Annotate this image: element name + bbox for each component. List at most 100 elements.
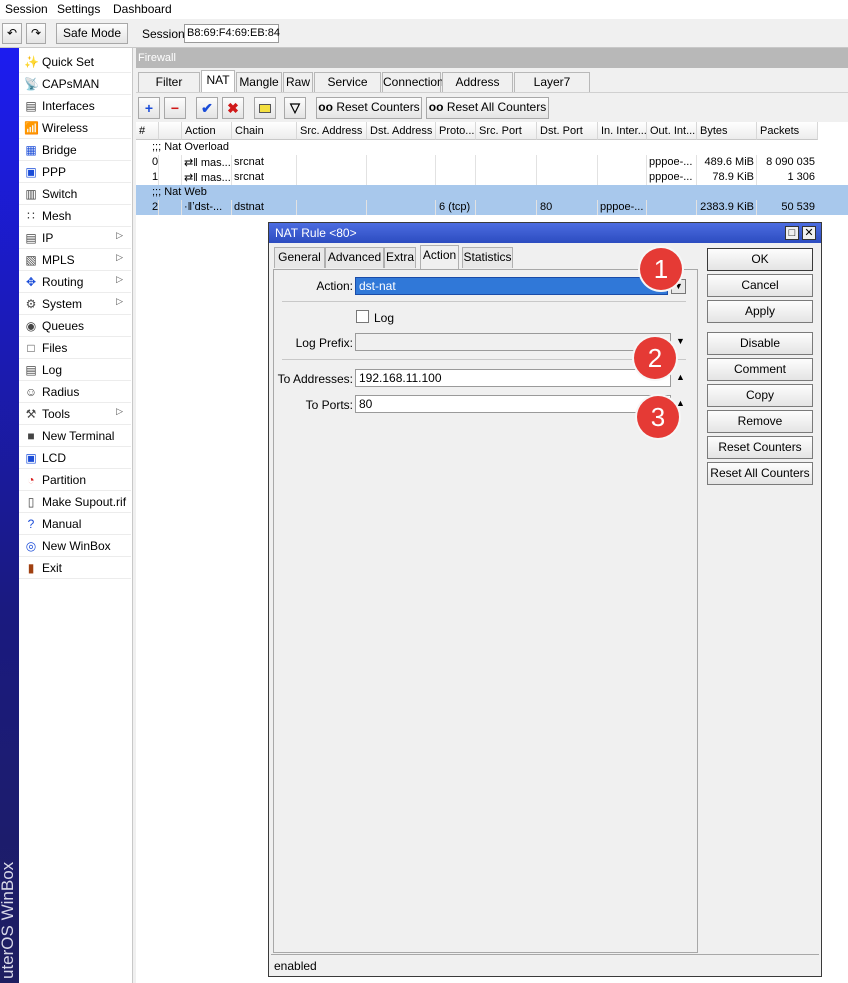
rule-packets: 1 306	[787, 171, 815, 183]
dialog-tab-action[interactable]: Action	[420, 245, 459, 269]
safe-mode-button[interactable]: Safe Mode	[56, 23, 128, 44]
tab-raw[interactable]: Raw	[283, 72, 313, 92]
apply-button[interactable]: Apply	[707, 300, 813, 323]
sidebar-item-label: CAPsMAN	[42, 77, 100, 91]
disable-x-icon[interactable]: ✖	[222, 97, 244, 119]
cell-divider	[475, 170, 476, 185]
comment-button[interactable]: Comment	[707, 358, 813, 381]
action-select[interactable]: dst-nat	[355, 277, 668, 295]
tab-mangle[interactable]: Mangle	[236, 72, 282, 92]
log-prefix-expand-icon[interactable]: ▼	[676, 336, 685, 346]
sidebar-item-mesh[interactable]: ∷ Mesh	[19, 205, 131, 227]
sidebar-item-interfaces[interactable]: ▤ Interfaces	[19, 95, 131, 117]
cancel-button[interactable]: Cancel	[707, 274, 813, 297]
column-header[interactable]: Proto...	[436, 122, 476, 140]
column-header[interactable]	[159, 122, 182, 140]
sidebar-item-lcd[interactable]: ▣ LCD	[19, 447, 131, 469]
reset-all-counters-button[interactable]: oo Reset All Counters	[426, 97, 549, 119]
menu-dashboard[interactable]: Dashboard	[113, 2, 172, 16]
sidebar-item-routing[interactable]: ✥ Routing ▷	[19, 271, 131, 293]
sidebar-item-mpls[interactable]: ▧ MPLS ▷	[19, 249, 131, 271]
to-ports-field[interactable]: 80	[355, 395, 671, 413]
to-ports-collapse-icon[interactable]: ▲	[676, 398, 685, 408]
session-value: B8:69:F4:69:EB:84	[184, 24, 280, 43]
column-header[interactable]: In. Inter...	[598, 122, 647, 140]
comment-icon[interactable]	[254, 97, 276, 119]
column-header[interactable]: Out. Int...	[647, 122, 697, 140]
add-icon[interactable]: +	[138, 97, 160, 119]
remove-icon[interactable]: −	[164, 97, 186, 119]
filter-icon[interactable]: ▽	[284, 97, 306, 119]
cell-divider	[366, 170, 367, 185]
tab-address-lists[interactable]: Address Lists	[442, 72, 513, 107]
column-header[interactable]: Src. Address	[297, 122, 367, 140]
dialog-tab-statistics[interactable]: Statistics	[462, 247, 513, 268]
sidebar-item-new-terminal[interactable]: ■ New Terminal	[19, 425, 131, 447]
sidebar-item-ppp[interactable]: ▣ PPP	[19, 161, 131, 183]
to-addresses-field[interactable]: 192.168.11.100	[355, 369, 671, 387]
dialog-action-panel: Action: dst-nat ▼ Log Log Prefix: ▼ To A…	[273, 269, 698, 953]
sidebar-item-system[interactable]: ⚙ System ▷	[19, 293, 131, 315]
undo-icon[interactable]: ↶	[2, 23, 22, 44]
column-header[interactable]: Bytes	[697, 122, 757, 140]
column-header[interactable]: Chain	[232, 122, 297, 140]
sidebar-item-partition[interactable]: ◔ Partition	[19, 469, 131, 491]
tab-layer7-protocols[interactable]: Layer7 Protocols	[514, 72, 590, 107]
tab-connections[interactable]: Connections	[382, 72, 450, 92]
dialog-tab-extra[interactable]: Extra	[384, 247, 416, 268]
menu-session[interactable]: Session	[5, 2, 48, 16]
column-header[interactable]: #	[136, 122, 159, 140]
reset-counters-button[interactable]: Reset Counters	[707, 436, 813, 459]
sidebar-item-wireless[interactable]: 📶 Wireless	[19, 117, 131, 139]
tab-service-ports[interactable]: Service Ports	[314, 72, 381, 107]
close-icon[interactable]: ✕	[802, 226, 816, 240]
column-header[interactable]: Dst. Address	[367, 122, 436, 140]
sidebar-item-make-supout-rif[interactable]: ▯ Make Supout.rif	[19, 491, 131, 513]
redo-icon[interactable]: ↷	[26, 23, 46, 44]
sidebar-item-log[interactable]: ▤ Log	[19, 359, 131, 381]
to-addresses-collapse-icon[interactable]: ▲	[676, 372, 685, 382]
tab-nat[interactable]: NAT	[201, 70, 235, 92]
ok-button[interactable]: OK	[707, 248, 813, 271]
log-checkbox[interactable]	[356, 310, 369, 323]
maximize-icon[interactable]: □	[785, 226, 799, 240]
sidebar-item-bridge[interactable]: ▦ Bridge	[19, 139, 131, 161]
sidebar-item-new-winbox[interactable]: ◎ New WinBox	[19, 535, 131, 557]
comment-row[interactable]: ;;; Nat Web	[136, 185, 848, 200]
switch-icon: ▥	[25, 187, 37, 201]
sidebar-item-files[interactable]: □ Files	[19, 337, 131, 359]
column-header[interactable]: Action	[182, 122, 232, 140]
column-header[interactable]: Packets	[757, 122, 818, 140]
sidebar-item-label: Interfaces	[42, 99, 95, 113]
reset-counters-button[interactable]: oo Reset Counters	[316, 97, 422, 119]
table-row[interactable]: 1 ⇄‖ mas... srcnat pppoe-... 78.9 KiB 1 306	[136, 170, 848, 185]
remove-button[interactable]: Remove	[707, 410, 813, 433]
comment-row[interactable]: ;;; Nat Overload	[136, 140, 848, 155]
rule-bytes: 489.6 MiB	[704, 156, 754, 168]
sidebar-item-ip[interactable]: ▤ IP ▷	[19, 227, 131, 249]
log-prefix-field[interactable]	[355, 333, 671, 351]
sidebar-item-label: Log	[42, 363, 63, 377]
sidebar-item-manual[interactable]: ? Manual	[19, 513, 131, 535]
rule-chain: dstnat	[234, 201, 264, 213]
sidebar-item-exit[interactable]: ▮ Exit	[19, 557, 131, 579]
dialog-tab-general[interactable]: General	[274, 247, 325, 268]
tab-filter-rules[interactable]: Filter Rules	[138, 72, 200, 107]
menu-settings[interactable]: Settings	[57, 2, 100, 16]
enable-check-icon[interactable]: ✔	[196, 97, 218, 119]
copy-button[interactable]: Copy	[707, 384, 813, 407]
sidebar-item-queues[interactable]: ◉ Queues	[19, 315, 131, 337]
dialog-tab-advanced[interactable]: Advanced	[325, 247, 384, 268]
reset-all-counters-button[interactable]: Reset All Counters	[707, 462, 813, 485]
sidebar-item-radius[interactable]: ☺ Radius	[19, 381, 131, 403]
column-header[interactable]: Src. Port	[476, 122, 537, 140]
table-row[interactable]: 0 ⇄‖ mas... srcnat pppoe-... 489.6 MiB 8 090 …	[136, 155, 848, 170]
disable-button[interactable]: Disable	[707, 332, 813, 355]
sidebar-item-tools[interactable]: ⚒ Tools ▷	[19, 403, 131, 425]
sidebar-item-quick-set[interactable]: ✨ Quick Set	[19, 51, 131, 73]
table-row[interactable]: 2 ·‖ʼdst-... dstnat 6 (tcp) 80 pppoe-... 2383.…	[136, 200, 848, 215]
column-header[interactable]: Dst. Port	[537, 122, 598, 140]
sidebar-item-switch[interactable]: ▥ Switch	[19, 183, 131, 205]
sidebar-item-capsman[interactable]: 📡 CAPsMAN	[19, 73, 131, 95]
session-label: Session:	[142, 27, 189, 41]
